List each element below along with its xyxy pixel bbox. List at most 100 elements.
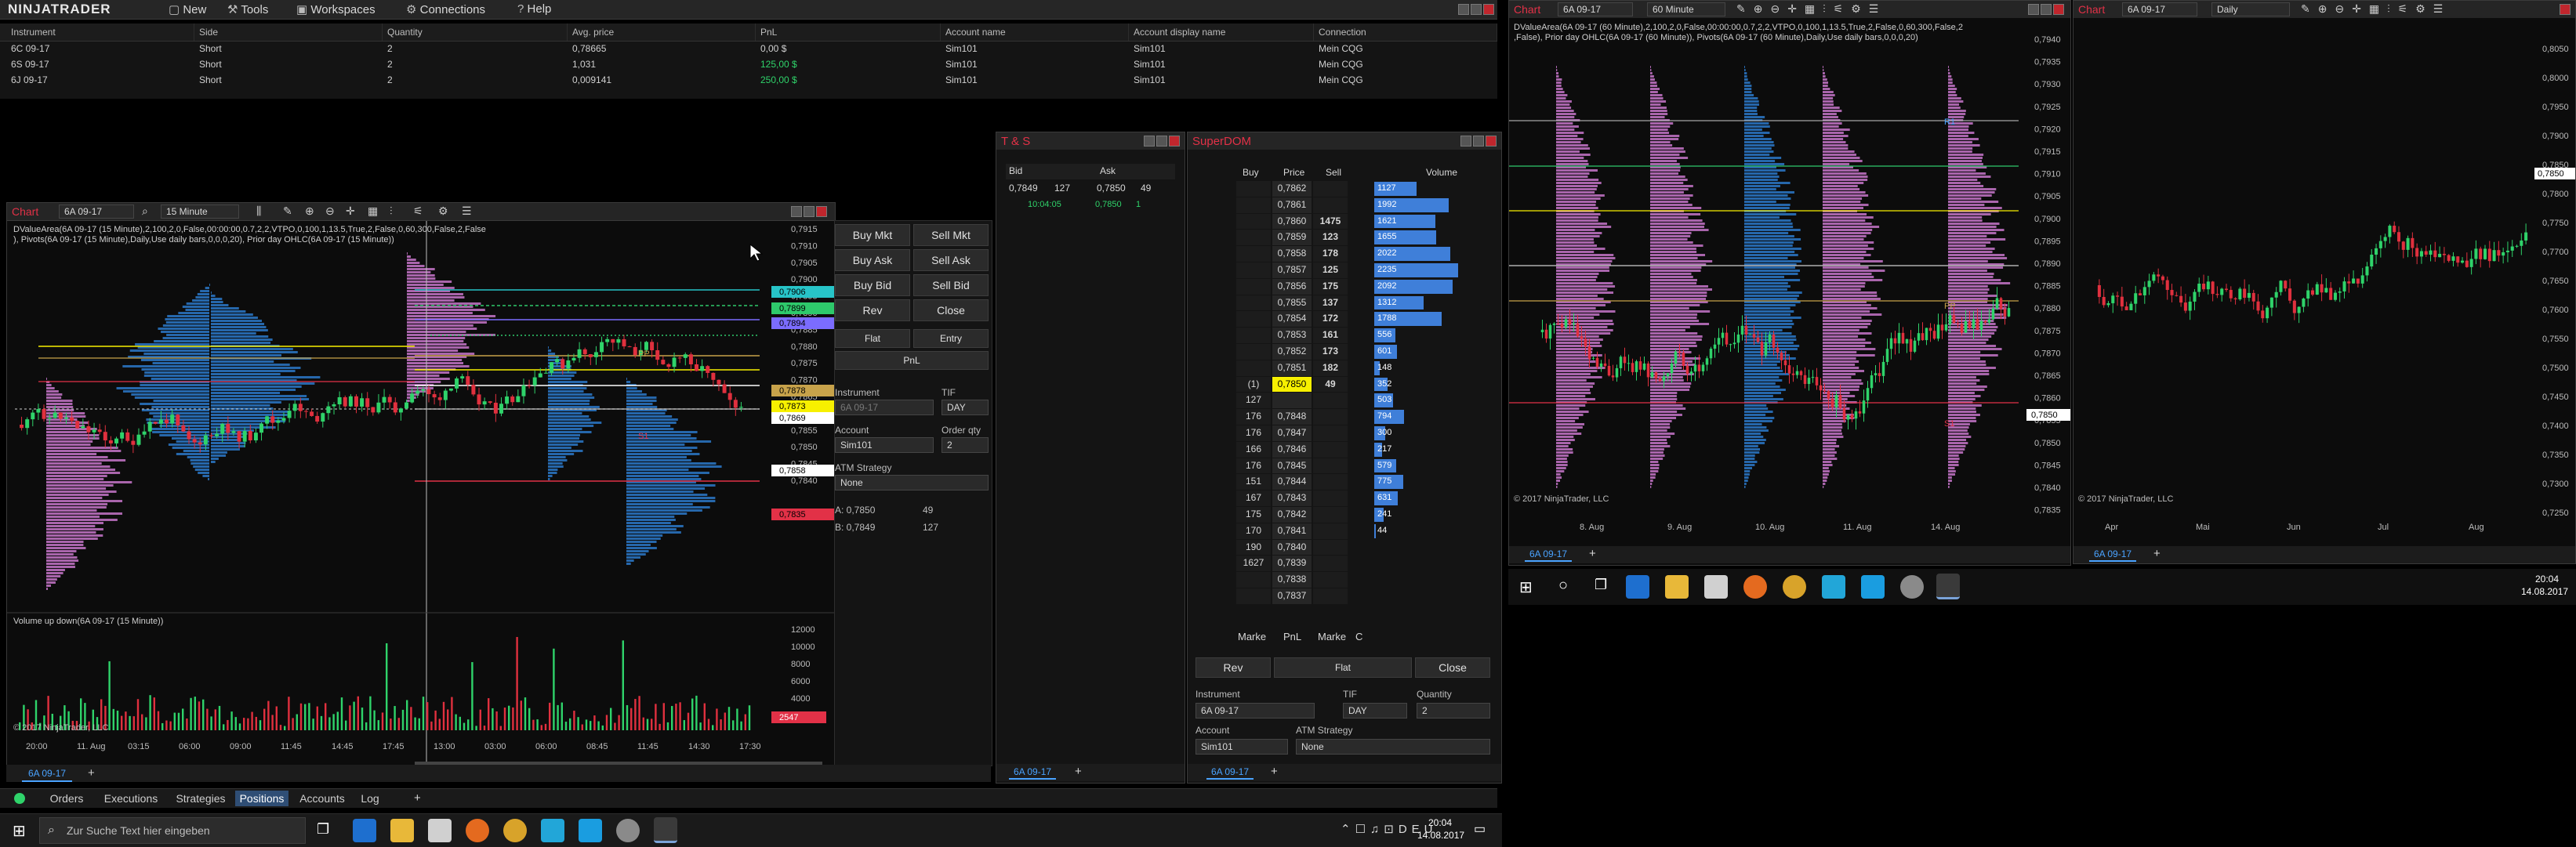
col-connection[interactable]: Connection bbox=[1314, 24, 1497, 41]
dom-price-cell[interactable]: 0,7845 bbox=[1272, 458, 1312, 474]
dom-buy-cell[interactable]: 166 bbox=[1236, 441, 1271, 458]
explorer-icon-2[interactable] bbox=[1665, 575, 1689, 599]
col-instrument[interactable]: Instrument bbox=[6, 24, 194, 41]
dom-account-select[interactable]: Sim101 bbox=[1195, 739, 1288, 755]
chart1-instrument-select[interactable]: 6A 09-17 bbox=[59, 205, 134, 219]
dom-buy-cell[interactable] bbox=[1236, 360, 1271, 376]
dom-sell-cell[interactable] bbox=[1313, 441, 1348, 458]
dom-price-cell[interactable]: 0,7840 bbox=[1272, 539, 1312, 556]
dom-sell-cell[interactable]: 175 bbox=[1313, 278, 1348, 295]
dom-sell-cell[interactable]: 178 bbox=[1313, 246, 1348, 262]
dom-sell-cell[interactable] bbox=[1313, 507, 1348, 523]
dom-sell-cell[interactable] bbox=[1313, 409, 1348, 425]
dom-sell-cell[interactable]: 49 bbox=[1313, 376, 1348, 393]
close-position-button[interactable]: Close bbox=[913, 299, 989, 321]
store-icon-2[interactable] bbox=[1704, 575, 1728, 599]
dom-sell-cell[interactable]: 123 bbox=[1313, 230, 1348, 246]
dom-buy-cell[interactable]: 151 bbox=[1236, 474, 1271, 490]
zoom-in-icon[interactable]: ⊕ bbox=[305, 205, 314, 218]
dom-sell-cell[interactable] bbox=[1313, 425, 1348, 441]
properties-icon[interactable]: ⚙ bbox=[438, 205, 448, 218]
menu-workspaces[interactable]: ▣ Workspaces bbox=[296, 2, 376, 16]
dom-buy-cell[interactable] bbox=[1236, 328, 1271, 343]
tab-strategies[interactable]: Strategies bbox=[166, 792, 235, 805]
dom-tif-select[interactable]: DAY bbox=[1343, 703, 1407, 719]
dom-quantity-input[interactable]: 2 bbox=[1417, 703, 1490, 719]
dom-buy-cell[interactable]: (1) bbox=[1236, 376, 1271, 393]
app-icon[interactable] bbox=[541, 819, 564, 842]
explorer-icon[interactable] bbox=[390, 819, 414, 842]
dom-tab[interactable]: 6A 09-17 bbox=[1206, 766, 1254, 780]
add-tab-button[interactable]: + bbox=[414, 791, 421, 805]
dom-sell-cell[interactable] bbox=[1313, 197, 1348, 213]
minimize-button[interactable] bbox=[1458, 4, 1469, 15]
tif-select[interactable]: DAY bbox=[942, 400, 989, 415]
col-side[interactable]: Side bbox=[194, 24, 383, 41]
dom-buy-cell[interactable]: 176 bbox=[1236, 458, 1271, 474]
chart1-maximize-button[interactable] bbox=[804, 206, 815, 217]
chart2-minimize-button[interactable] bbox=[2028, 4, 2039, 15]
dom-price-cell[interactable]: 0,7859 bbox=[1272, 230, 1312, 246]
dom-close-button[interactable]: Close bbox=[1415, 657, 1490, 678]
chart1-close-button[interactable] bbox=[816, 206, 827, 217]
dom-buy-cell[interactable]: 170 bbox=[1236, 523, 1271, 539]
sell-ask-button[interactable]: Sell Ask bbox=[913, 249, 989, 271]
account-select[interactable]: Sim101 bbox=[835, 437, 934, 453]
buy-ask-button[interactable]: Buy Ask bbox=[835, 249, 910, 271]
sell-bid-button[interactable]: Sell Bid bbox=[913, 274, 989, 296]
col-avg-price[interactable]: Avg. price bbox=[568, 24, 756, 41]
chart-trader-icon[interactable]: ☰ bbox=[462, 205, 472, 218]
tab-accounts[interactable]: Accounts bbox=[292, 792, 353, 805]
chart3-close-button[interactable] bbox=[2560, 4, 2571, 15]
dom-sell-cell[interactable] bbox=[1313, 181, 1348, 197]
instrument-select[interactable]: 6A 09-17 bbox=[835, 400, 934, 415]
dom-sell-cell[interactable] bbox=[1313, 490, 1348, 506]
rev-button[interactable]: Rev bbox=[835, 299, 910, 321]
atm-strategy-select[interactable]: None bbox=[835, 475, 989, 490]
dom-atm-select[interactable]: None bbox=[1296, 739, 1490, 755]
dom-buy-cell[interactable]: 127 bbox=[1236, 393, 1271, 409]
dom-buy-cell[interactable] bbox=[1236, 230, 1271, 246]
dom-price-cell[interactable]: 0,7855 bbox=[1272, 295, 1312, 311]
dom-rev-button[interactable]: Rev bbox=[1195, 657, 1271, 678]
start-icon[interactable]: ⊞ bbox=[13, 821, 26, 841]
dom-price-cell[interactable]: 0,7846 bbox=[1272, 441, 1312, 458]
edge-icon[interactable] bbox=[353, 819, 376, 842]
firefox-icon-2[interactable] bbox=[1743, 575, 1767, 599]
dom-buy-cell[interactable]: 167 bbox=[1236, 490, 1271, 506]
dom-sell-cell[interactable] bbox=[1313, 539, 1348, 556]
chart3-toolbar-icons[interactable]: ✎⊕⊖✛▦⫶⚟⚙☰ bbox=[2301, 2, 2451, 16]
dom-sell-cell[interactable]: 1475 bbox=[1313, 213, 1348, 230]
start-icon-2[interactable]: ⊞ bbox=[1519, 577, 1533, 597]
tab-log[interactable]: Log bbox=[354, 792, 386, 805]
zoom-out-icon[interactable]: ⊖ bbox=[325, 205, 335, 218]
chart3-instrument-select[interactable]: 6A 09-17 bbox=[2122, 2, 2197, 16]
chart3-interval-select[interactable]: Daily bbox=[2211, 2, 2290, 16]
dom-sell-cell[interactable] bbox=[1313, 458, 1348, 474]
ninjatrader-icon[interactable] bbox=[654, 817, 677, 843]
notifications-icon[interactable]: ▭ bbox=[1474, 821, 1486, 837]
dom-price-cell[interactable]: 0,7848 bbox=[1272, 409, 1312, 425]
superdom-close-button[interactable] bbox=[1486, 136, 1497, 147]
dom-sell-cell[interactable]: 173 bbox=[1313, 344, 1348, 360]
dom-price-cell[interactable]: 0,7837 bbox=[1272, 588, 1312, 604]
chart1-minimize-button[interactable] bbox=[791, 206, 802, 217]
dom-footer-market-buy[interactable]: Marke bbox=[1238, 631, 1266, 642]
tab-executions[interactable]: Executions bbox=[96, 792, 166, 805]
dom-buy-cell[interactable]: 190 bbox=[1236, 539, 1271, 556]
dom-price-cell[interactable]: 0,7850 bbox=[1272, 376, 1312, 393]
col-account-name[interactable]: Account name bbox=[941, 24, 1129, 41]
dom-price-cell[interactable]: 0,7838 bbox=[1272, 572, 1312, 588]
chrome-icon-2[interactable] bbox=[1783, 575, 1806, 599]
col-pnl[interactable]: PnL bbox=[756, 24, 941, 41]
dom-price-cell[interactable]: 0,7844 bbox=[1272, 474, 1312, 490]
skype-icon[interactable] bbox=[579, 819, 602, 842]
dom-price-cell[interactable]: 0,7860 bbox=[1272, 213, 1312, 230]
dom-price-cell[interactable]: 0,7862 bbox=[1272, 181, 1312, 197]
order-qty-input[interactable]: 2 bbox=[942, 437, 989, 453]
search-box[interactable]: ⌕ Zur Suche Text hier eingeben bbox=[39, 817, 306, 844]
ts-close-button[interactable] bbox=[1169, 136, 1180, 147]
dom-sell-cell[interactable] bbox=[1313, 588, 1348, 604]
dom-sell-cell[interactable]: 172 bbox=[1313, 311, 1348, 328]
ts-minimize-button[interactable] bbox=[1144, 136, 1155, 147]
